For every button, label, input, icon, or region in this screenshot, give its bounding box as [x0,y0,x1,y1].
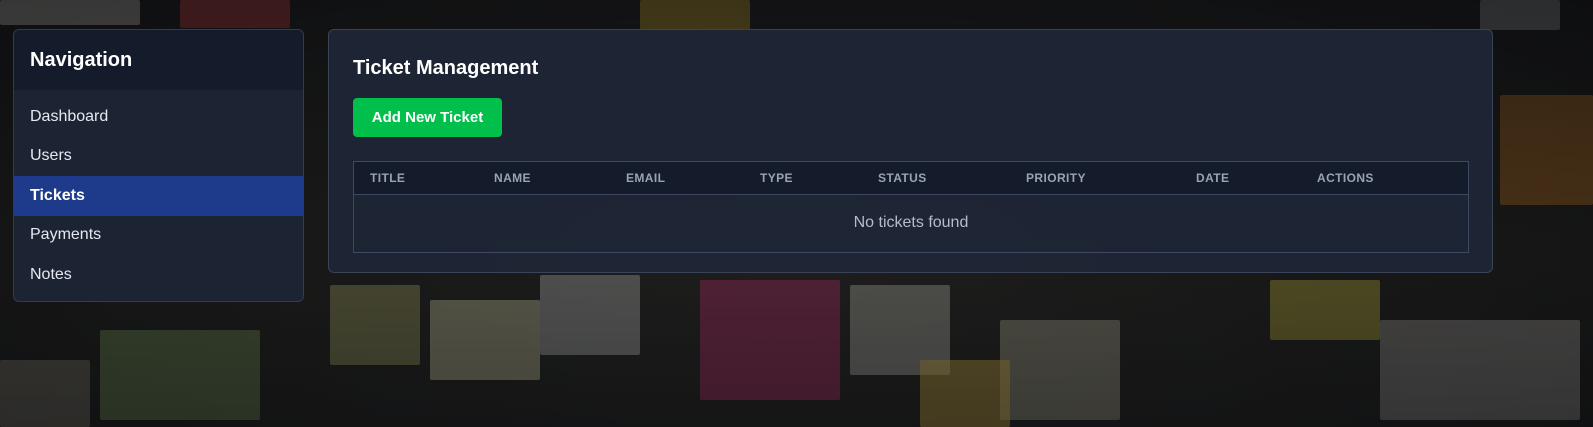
sidebar-item-tickets[interactable]: Tickets [14,176,303,216]
sidebar-title: Navigation [30,48,133,71]
sidebar-item-notes[interactable]: Notes [14,255,303,295]
sidebar-item-users[interactable]: Users [14,137,303,177]
tickets-table: TITLE NAME EMAIL TYPE STATUS PRIORITY DA… [353,161,1469,253]
sidebar-item-payments[interactable]: Payments [14,216,303,256]
add-new-ticket-button[interactable]: Add New Ticket [353,98,502,137]
table-row-empty: No tickets found [354,194,1468,252]
column-header-type: TYPE [744,162,862,195]
column-header-name: NAME [478,162,610,195]
sidebar-header: Navigation [14,30,303,90]
column-header-date: DATE [1180,162,1301,195]
nav-list: Dashboard Users Tickets Payments Notes [14,90,303,295]
column-header-actions: ACTIONS [1301,162,1468,195]
page-title: Ticket Management [353,57,539,79]
table-header-row: TITLE NAME EMAIL TYPE STATUS PRIORITY DA… [354,162,1468,195]
column-header-status: STATUS [862,162,1010,195]
column-header-title: TITLE [354,162,478,195]
sidebar-item-dashboard[interactable]: Dashboard [14,97,303,137]
column-header-priority: PRIORITY [1010,162,1180,195]
empty-message: No tickets found [853,214,969,231]
main-panel: Ticket Management Add New Ticket TITLE N… [328,29,1493,273]
column-header-email: EMAIL [610,162,744,195]
sidebar: Navigation Dashboard Users Tickets Payme… [13,29,304,302]
